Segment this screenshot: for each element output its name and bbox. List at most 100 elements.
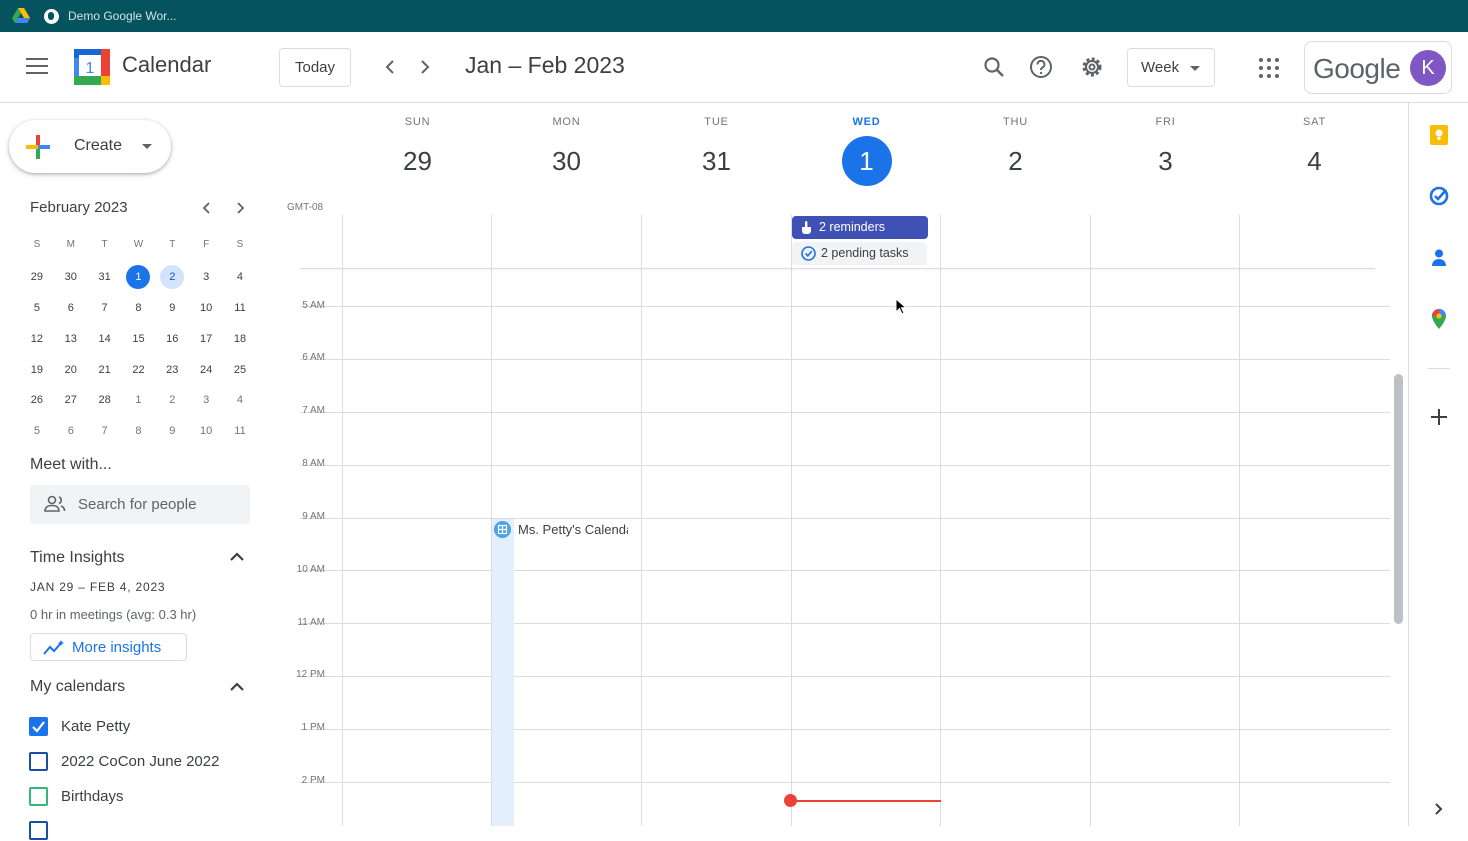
mini-day[interactable]: 4 — [223, 265, 257, 287]
mini-day[interactable]: 30 — [54, 265, 88, 287]
mini-day[interactable]: 26 — [20, 388, 54, 410]
create-button[interactable]: Create — [9, 120, 171, 173]
mini-day[interactable]: 17 — [189, 327, 223, 349]
mini-day[interactable]: 6 — [54, 419, 88, 441]
hour-label: 10 AM — [296, 564, 325, 575]
mini-day[interactable]: 7 — [88, 296, 122, 318]
mini-day[interactable]: 15 — [122, 327, 156, 349]
main-menu-button[interactable] — [26, 58, 48, 76]
mini-day[interactable]: 3 — [189, 265, 223, 287]
mini-day[interactable]: 11 — [223, 296, 257, 318]
maps-icon[interactable] — [1428, 308, 1450, 330]
mini-day[interactable]: 9 — [155, 419, 189, 441]
day-number[interactable]: 4 — [1290, 136, 1340, 186]
day-header-sun[interactable]: SUN 29 — [343, 116, 492, 186]
chevron-up-icon[interactable] — [228, 551, 246, 563]
mini-day[interactable]: 4 — [223, 388, 257, 410]
chevron-up-icon[interactable] — [228, 681, 246, 693]
day-number[interactable]: 1 — [841, 136, 892, 186]
mini-day[interactable]: 7 — [88, 419, 122, 441]
pending-tasks-chip[interactable]: 2 pending tasks — [792, 242, 927, 265]
previous-week-button[interactable] — [377, 54, 403, 80]
mini-day[interactable]: 20 — [54, 358, 88, 380]
grid-scrollbar[interactable] — [1394, 374, 1403, 624]
day-of-week: THU — [1002, 116, 1028, 128]
mini-day[interactable]: 11 — [223, 419, 257, 441]
day-of-week: WED — [852, 116, 881, 128]
day-number[interactable]: 31 — [692, 136, 742, 186]
contacts-icon[interactable] — [1428, 247, 1450, 269]
day-header-fri[interactable]: FRI 3 — [1091, 116, 1240, 186]
reminders-chip-label: 2 reminders — [819, 220, 885, 234]
add-addon-plus-icon[interactable] — [1428, 406, 1450, 428]
more-insights-button[interactable]: More insights — [30, 633, 187, 661]
mini-day[interactable]: 13 — [54, 327, 88, 349]
mini-day[interactable]: 9 — [155, 296, 189, 318]
day-header-wed-today[interactable]: WED 1 — [792, 116, 941, 186]
day-header-sat[interactable]: SAT 4 — [1240, 116, 1389, 186]
mini-day[interactable]: 10 — [189, 419, 223, 441]
mini-day[interactable]: 5 — [20, 296, 54, 318]
calendar-logo: 1 — [74, 49, 110, 85]
day-number[interactable]: 29 — [393, 136, 443, 186]
mini-weekday: T — [169, 239, 176, 251]
checkbox-unchecked[interactable] — [29, 752, 48, 771]
mini-day[interactable]: 31 — [88, 265, 122, 287]
reminders-chip[interactable]: 2 reminders — [792, 216, 928, 239]
day-header-thu[interactable]: THU 2 — [941, 116, 1090, 186]
checkbox-unchecked[interactable] — [29, 787, 48, 806]
mini-day[interactable]: 3 — [189, 388, 223, 410]
day-header-mon[interactable]: MON 30 — [492, 116, 641, 186]
mini-day[interactable]: 8 — [122, 296, 156, 318]
mini-day[interactable]: 28 — [88, 388, 122, 410]
mini-day[interactable]: 18 — [223, 327, 257, 349]
google-apps-icon[interactable] — [1259, 58, 1279, 78]
mini-day[interactable]: 21 — [88, 358, 122, 380]
account-switcher[interactable]: Google K — [1304, 41, 1452, 94]
mini-prev-month-button[interactable] — [197, 198, 217, 222]
expand-panel-chevron-icon[interactable] — [1428, 798, 1450, 820]
calendar-event-block[interactable] — [492, 519, 514, 826]
settings-gear-icon[interactable] — [1079, 54, 1105, 80]
day-number[interactable]: 3 — [1141, 136, 1191, 186]
keep-icon[interactable] — [1428, 124, 1450, 146]
mini-day[interactable]: 14 — [88, 327, 122, 349]
checkbox-checked[interactable] — [29, 717, 48, 736]
mini-day[interactable]: 27 — [54, 388, 88, 410]
event-title[interactable]: Ms. Petty's Calendar — [518, 522, 628, 537]
next-week-button[interactable] — [412, 54, 438, 80]
mini-day[interactable]: 6 — [54, 296, 88, 318]
chevron-left-icon — [385, 60, 394, 74]
day-number[interactable]: 30 — [542, 136, 592, 186]
day-number[interactable]: 2 — [991, 136, 1041, 186]
current-time-dot — [784, 794, 797, 807]
view-label: Week — [1141, 59, 1180, 76]
mini-day[interactable]: 16 — [155, 327, 189, 349]
mini-next-month-button[interactable] — [230, 198, 250, 222]
reminder-hand-icon — [802, 221, 811, 234]
mini-day[interactable]: 23 — [155, 358, 189, 380]
browser-tab-title[interactable]: Demo Google Wor... — [68, 9, 177, 23]
mini-day-selected[interactable]: 2 — [155, 265, 189, 290]
checkbox-unchecked[interactable] — [29, 821, 48, 840]
tasks-icon[interactable] — [1428, 185, 1450, 207]
mini-day[interactable]: 19 — [20, 358, 54, 380]
mini-day[interactable]: 22 — [122, 358, 156, 380]
view-switcher[interactable]: Week — [1127, 48, 1215, 87]
mini-day[interactable]: 10 — [189, 296, 223, 318]
hour-label: 7 AM — [302, 405, 325, 416]
mini-day[interactable]: 25 — [223, 358, 257, 380]
mini-day[interactable]: 2 — [155, 388, 189, 410]
search-people-input[interactable]: Search for people — [30, 485, 250, 524]
day-header-tue[interactable]: TUE 31 — [642, 116, 791, 186]
mini-day-today[interactable]: 1 — [122, 265, 156, 290]
today-button[interactable]: Today — [279, 48, 351, 87]
mini-day[interactable]: 29 — [20, 265, 54, 287]
mini-day[interactable]: 5 — [20, 419, 54, 441]
mini-day[interactable]: 24 — [189, 358, 223, 380]
mini-day[interactable]: 1 — [122, 388, 156, 410]
mini-day[interactable]: 8 — [122, 419, 156, 441]
help-icon[interactable] — [1028, 54, 1054, 80]
mini-day[interactable]: 12 — [20, 327, 54, 349]
search-icon[interactable] — [981, 54, 1007, 80]
